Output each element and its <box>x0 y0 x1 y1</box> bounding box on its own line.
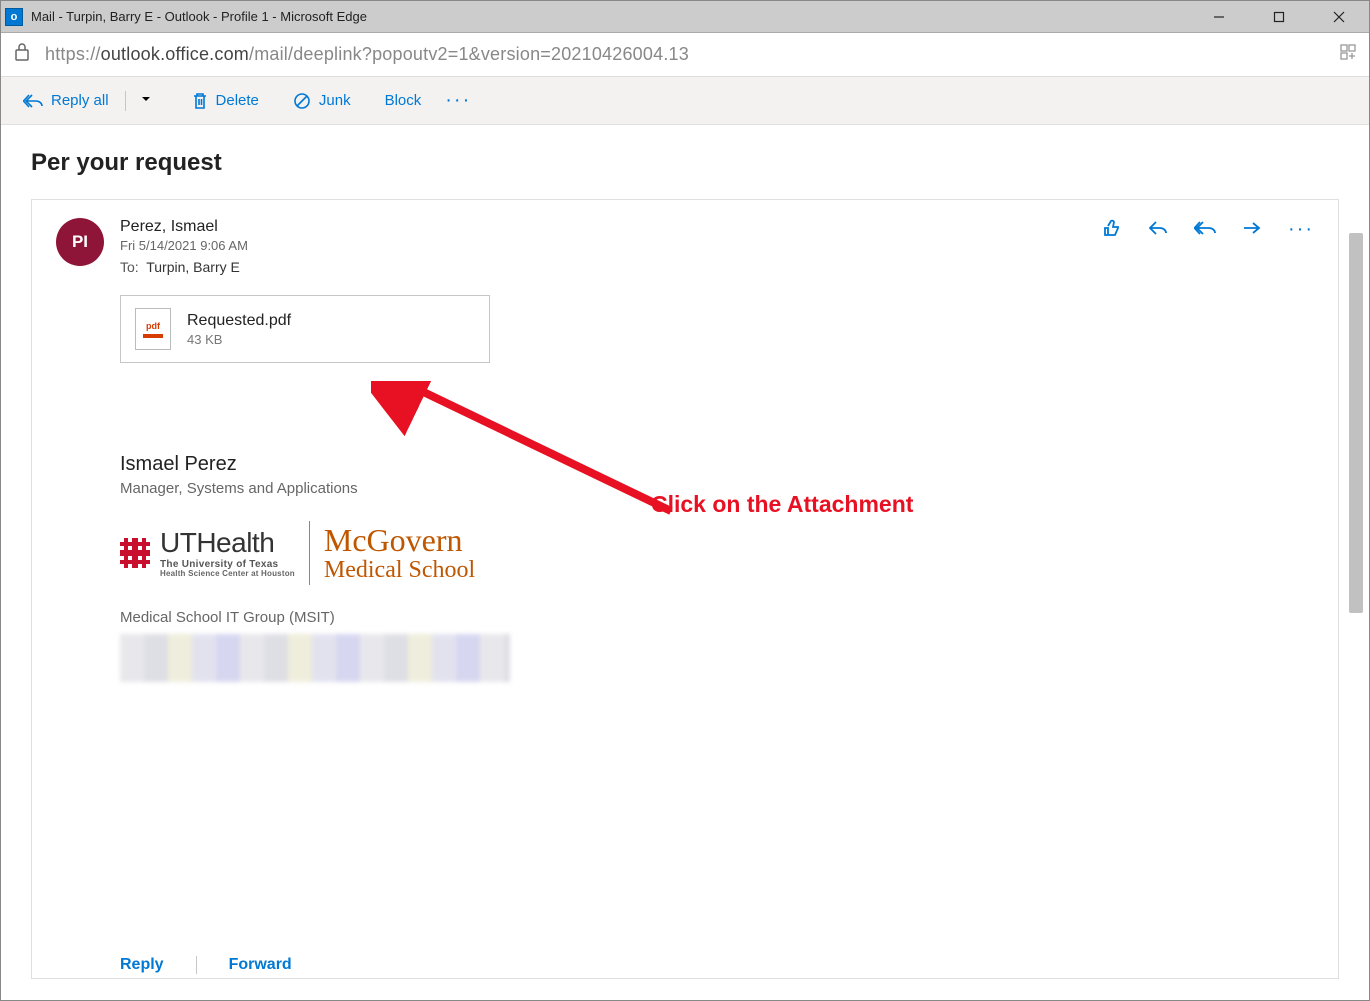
message-content-area: Per your request PI Perez, Ismael Fri 5/… <box>1 125 1369 1000</box>
delete-button[interactable]: Delete <box>182 86 269 116</box>
sent-date: Fri 5/14/2021 9:06 AM <box>120 238 1102 253</box>
redacted-block <box>120 634 510 682</box>
reply-footer: Reply Forward <box>120 956 292 974</box>
uthealth-logo-icon <box>120 538 150 568</box>
block-button[interactable]: Block <box>375 86 432 115</box>
reply-all-dropdown[interactable] <box>132 86 160 115</box>
window-title: Mail - Turpin, Barry E - Outlook - Profi… <box>31 9 1189 24</box>
mcgovern-text1: McGovern <box>324 522 475 559</box>
more-actions-button[interactable]: ··· <box>435 89 481 112</box>
reply-button[interactable] <box>1148 220 1168 239</box>
uthealth-subtitle1: The University of Texas <box>160 560 295 570</box>
sender-avatar: PI <box>56 218 104 266</box>
junk-button[interactable]: Junk <box>283 86 361 116</box>
reply-all-label: Reply all <box>51 92 109 109</box>
block-label: Block <box>385 92 422 109</box>
attachment-card[interactable]: pdf Requested.pdf 43 KB <box>120 295 490 363</box>
uthealth-text: UTHealth <box>160 529 295 557</box>
reply-all-button[interactable]: Reply all <box>13 86 119 115</box>
attachment-size: 43 KB <box>187 332 291 347</box>
reply-all-msg-button[interactable] <box>1194 220 1216 239</box>
url-text: https://outlook.office.com/mail/deeplink… <box>45 44 689 65</box>
like-button[interactable] <box>1102 218 1122 241</box>
extensions-icon[interactable] <box>1339 43 1357 66</box>
maximize-button[interactable] <box>1249 1 1309 33</box>
message-card: PI Perez, Ismael Fri 5/14/2021 9:06 AM T… <box>31 199 1339 979</box>
mail-toolbar: Reply all Delete Junk Block ··· <box>1 77 1369 125</box>
footer-separator <box>196 956 197 974</box>
forward-link[interactable]: Forward <box>229 956 292 974</box>
signature-name: Ismael Perez <box>120 453 1314 476</box>
pdf-icon: pdf <box>135 308 171 350</box>
window-titlebar: o Mail - Turpin, Barry E - Outlook - Pro… <box>1 1 1369 33</box>
outlook-app-icon: o <box>5 8 23 26</box>
recipient-line: To: Turpin, Barry E <box>120 259 1102 275</box>
signature-group: Medical School IT Group (MSIT) <box>120 609 1314 626</box>
logo-divider <box>309 521 310 585</box>
lock-icon <box>13 42 31 67</box>
more-msg-actions-button[interactable]: ··· <box>1288 218 1314 241</box>
address-bar[interactable]: https://outlook.office.com/mail/deeplink… <box>1 33 1369 77</box>
close-button[interactable] <box>1309 1 1369 33</box>
message-actions: ··· <box>1102 218 1314 241</box>
delete-label: Delete <box>216 92 259 109</box>
toolbar-separator <box>125 91 126 111</box>
scrollbar-thumb[interactable] <box>1349 233 1363 613</box>
attachment-filename: Requested.pdf <box>187 312 291 330</box>
forward-button[interactable] <box>1242 220 1262 239</box>
junk-label: Junk <box>319 92 351 109</box>
minimize-button[interactable] <box>1189 1 1249 33</box>
reply-link[interactable]: Reply <box>120 956 164 974</box>
email-signature: Ismael Perez Manager, Systems and Applic… <box>120 453 1314 682</box>
signature-logo: UTHealth The University of Texas Health … <box>120 521 1314 585</box>
mcgovern-text2: Medical School <box>324 557 475 584</box>
sender-name: Perez, Ismael <box>120 218 1102 236</box>
email-subject: Per your request <box>31 149 1339 177</box>
uthealth-subtitle2: Health Science Center at Houston <box>160 570 295 578</box>
annotation-text: Click on the Attachment <box>651 491 913 518</box>
